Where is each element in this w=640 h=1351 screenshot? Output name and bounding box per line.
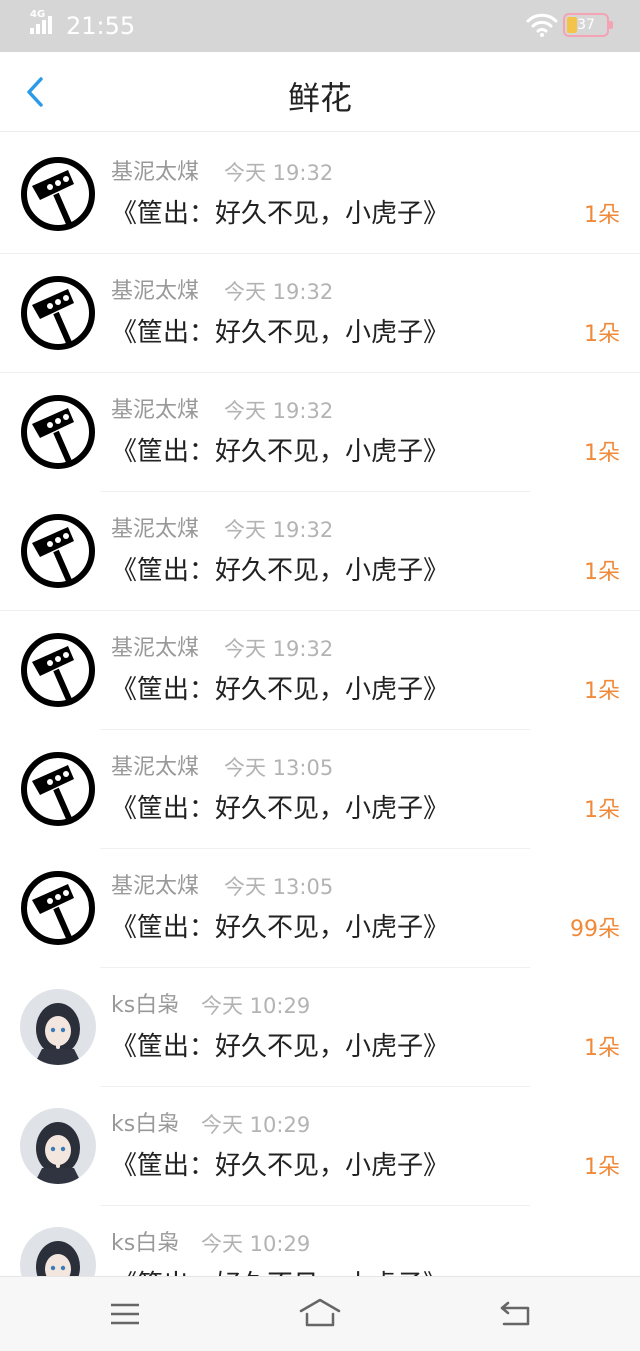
- gift-content: 《筐出：好久不见，小虎子》: [111, 794, 450, 824]
- nav-bar: 鲜花: [0, 52, 640, 132]
- avatar[interactable]: [20, 1108, 96, 1184]
- avatar[interactable]: [20, 870, 96, 946]
- badge-avatar-icon: [21, 752, 95, 826]
- timestamp: 今天 19:32: [224, 637, 334, 661]
- flower-count: 1朵: [584, 679, 620, 704]
- gift-content: 《筐出：好久不见，小虎子》: [111, 437, 450, 467]
- flower-count: 1朵: [584, 560, 620, 585]
- sender-name: 基泥太煤: [111, 755, 200, 780]
- gift-content: 《筐出：好久不见，小虎子》: [111, 199, 450, 229]
- sender-name: 基泥太煤: [111, 279, 200, 304]
- flower-count: 1朵: [584, 798, 620, 823]
- list-item[interactable]: 基泥太煤 今天 13:05 《筐出：好久不见，小虎子》 1朵: [0, 729, 640, 849]
- signal-icon: 4G: [30, 10, 60, 38]
- battery-icon: 37: [563, 13, 613, 37]
- timestamp: 今天 10:29: [201, 1232, 311, 1256]
- timestamp: 今天 13:05: [224, 875, 334, 899]
- anime-avatar-icon: [20, 1108, 96, 1184]
- badge-avatar-icon: [21, 276, 95, 350]
- gift-content: 《筐出：好久不见，小虎子》: [111, 913, 450, 943]
- avatar[interactable]: [20, 513, 96, 589]
- sender-name: 基泥太煤: [111, 874, 200, 899]
- page-title: 鲜花: [287, 79, 352, 117]
- timestamp: 今天 19:32: [224, 518, 334, 542]
- timestamp: 今天 19:32: [224, 399, 334, 423]
- badge-avatar-icon: [21, 633, 95, 707]
- list-item[interactable]: ks白枭 今天 10:29 《筐出：好久不见，小虎子》 1朵: [0, 1086, 640, 1206]
- sender-name: ks白枭: [111, 1231, 180, 1256]
- status-time: 21:55: [66, 12, 136, 40]
- flower-count: 1朵: [584, 203, 620, 228]
- sender-name: ks白枭: [111, 993, 180, 1018]
- avatar[interactable]: [20, 989, 96, 1065]
- timestamp: 今天 19:32: [224, 280, 334, 304]
- gift-content: 《筐出：好久不见，小虎子》: [111, 675, 450, 705]
- menu-icon[interactable]: [105, 1297, 145, 1331]
- avatar[interactable]: [20, 632, 96, 708]
- list-item[interactable]: ks白枭 今天 10:29 《筐出：好久不见，小虎子》: [0, 1205, 640, 1276]
- timestamp: 今天 13:05: [224, 756, 334, 780]
- sender-name: 基泥太煤: [111, 398, 200, 423]
- flower-count: 1朵: [584, 1036, 620, 1061]
- wifi-icon: [526, 13, 558, 37]
- anime-avatar-icon: [20, 989, 96, 1065]
- gift-content: 《筐出：好久不见，小虎子》: [111, 1265, 449, 1276]
- sender-name: 基泥太煤: [111, 160, 200, 185]
- list-item[interactable]: 基泥太煤 今天 19:32 《筐出：好久不见，小虎子》 1朵: [0, 491, 640, 611]
- avatar[interactable]: [20, 156, 96, 232]
- list-item[interactable]: 基泥太煤 今天 13:05 《筐出：好久不见，小虎子》 99朵: [0, 848, 640, 968]
- gift-content: 《筐出：好久不见，小虎子》: [111, 1151, 450, 1181]
- back-icon[interactable]: [496, 1297, 536, 1331]
- flower-count: 1朵: [584, 322, 620, 347]
- battery-level: 37: [577, 17, 595, 33]
- badge-avatar-icon: [21, 157, 95, 231]
- avatar[interactable]: [20, 275, 96, 351]
- avatar[interactable]: [20, 1227, 96, 1276]
- list-item[interactable]: 基泥太煤 今天 19:32 《筐出：好久不见，小虎子》 1朵: [0, 134, 640, 254]
- home-icon[interactable]: [298, 1297, 342, 1331]
- badge-avatar-icon: [21, 514, 95, 588]
- system-nav-bar: [0, 1276, 640, 1351]
- flower-count: 99朵: [570, 917, 620, 942]
- flower-list: 基泥太煤 今天 19:32 《筐出：好久不见，小虎子》 1朵 基泥太煤 今天 1…: [0, 134, 640, 1276]
- flower-count: 1朵: [584, 1155, 620, 1180]
- list-item[interactable]: 基泥太煤 今天 19:32 《筐出：好久不见，小虎子》 1朵: [0, 372, 640, 492]
- gift-content: 《筐出：好久不见，小虎子》: [111, 556, 450, 586]
- gift-content: 《筐出：好久不见，小虎子》: [111, 318, 450, 348]
- sender-name: ks白枭: [111, 1112, 180, 1137]
- list-item[interactable]: ks白枭 今天 10:29 《筐出：好久不见，小虎子》 1朵: [0, 967, 640, 1087]
- flower-count: 1朵: [584, 441, 620, 466]
- anime-avatar-icon: [20, 1227, 96, 1276]
- status-bar: 4G 21:55 37: [0, 0, 640, 52]
- sender-name: 基泥太煤: [111, 636, 200, 661]
- badge-avatar-icon: [21, 395, 95, 469]
- timestamp: 今天 10:29: [201, 1113, 311, 1137]
- gift-content: 《筐出：好久不见，小虎子》: [111, 1032, 450, 1062]
- timestamp: 今天 10:29: [201, 994, 311, 1018]
- sender-name: 基泥太煤: [111, 517, 200, 542]
- avatar[interactable]: [20, 394, 96, 470]
- list-item[interactable]: 基泥太煤 今天 19:32 《筐出：好久不见，小虎子》 1朵: [0, 253, 640, 373]
- badge-avatar-icon: [21, 871, 95, 945]
- timestamp: 今天 19:32: [224, 161, 334, 185]
- list-item[interactable]: 基泥太煤 今天 19:32 《筐出：好久不见，小虎子》 1朵: [0, 610, 640, 730]
- avatar[interactable]: [20, 751, 96, 827]
